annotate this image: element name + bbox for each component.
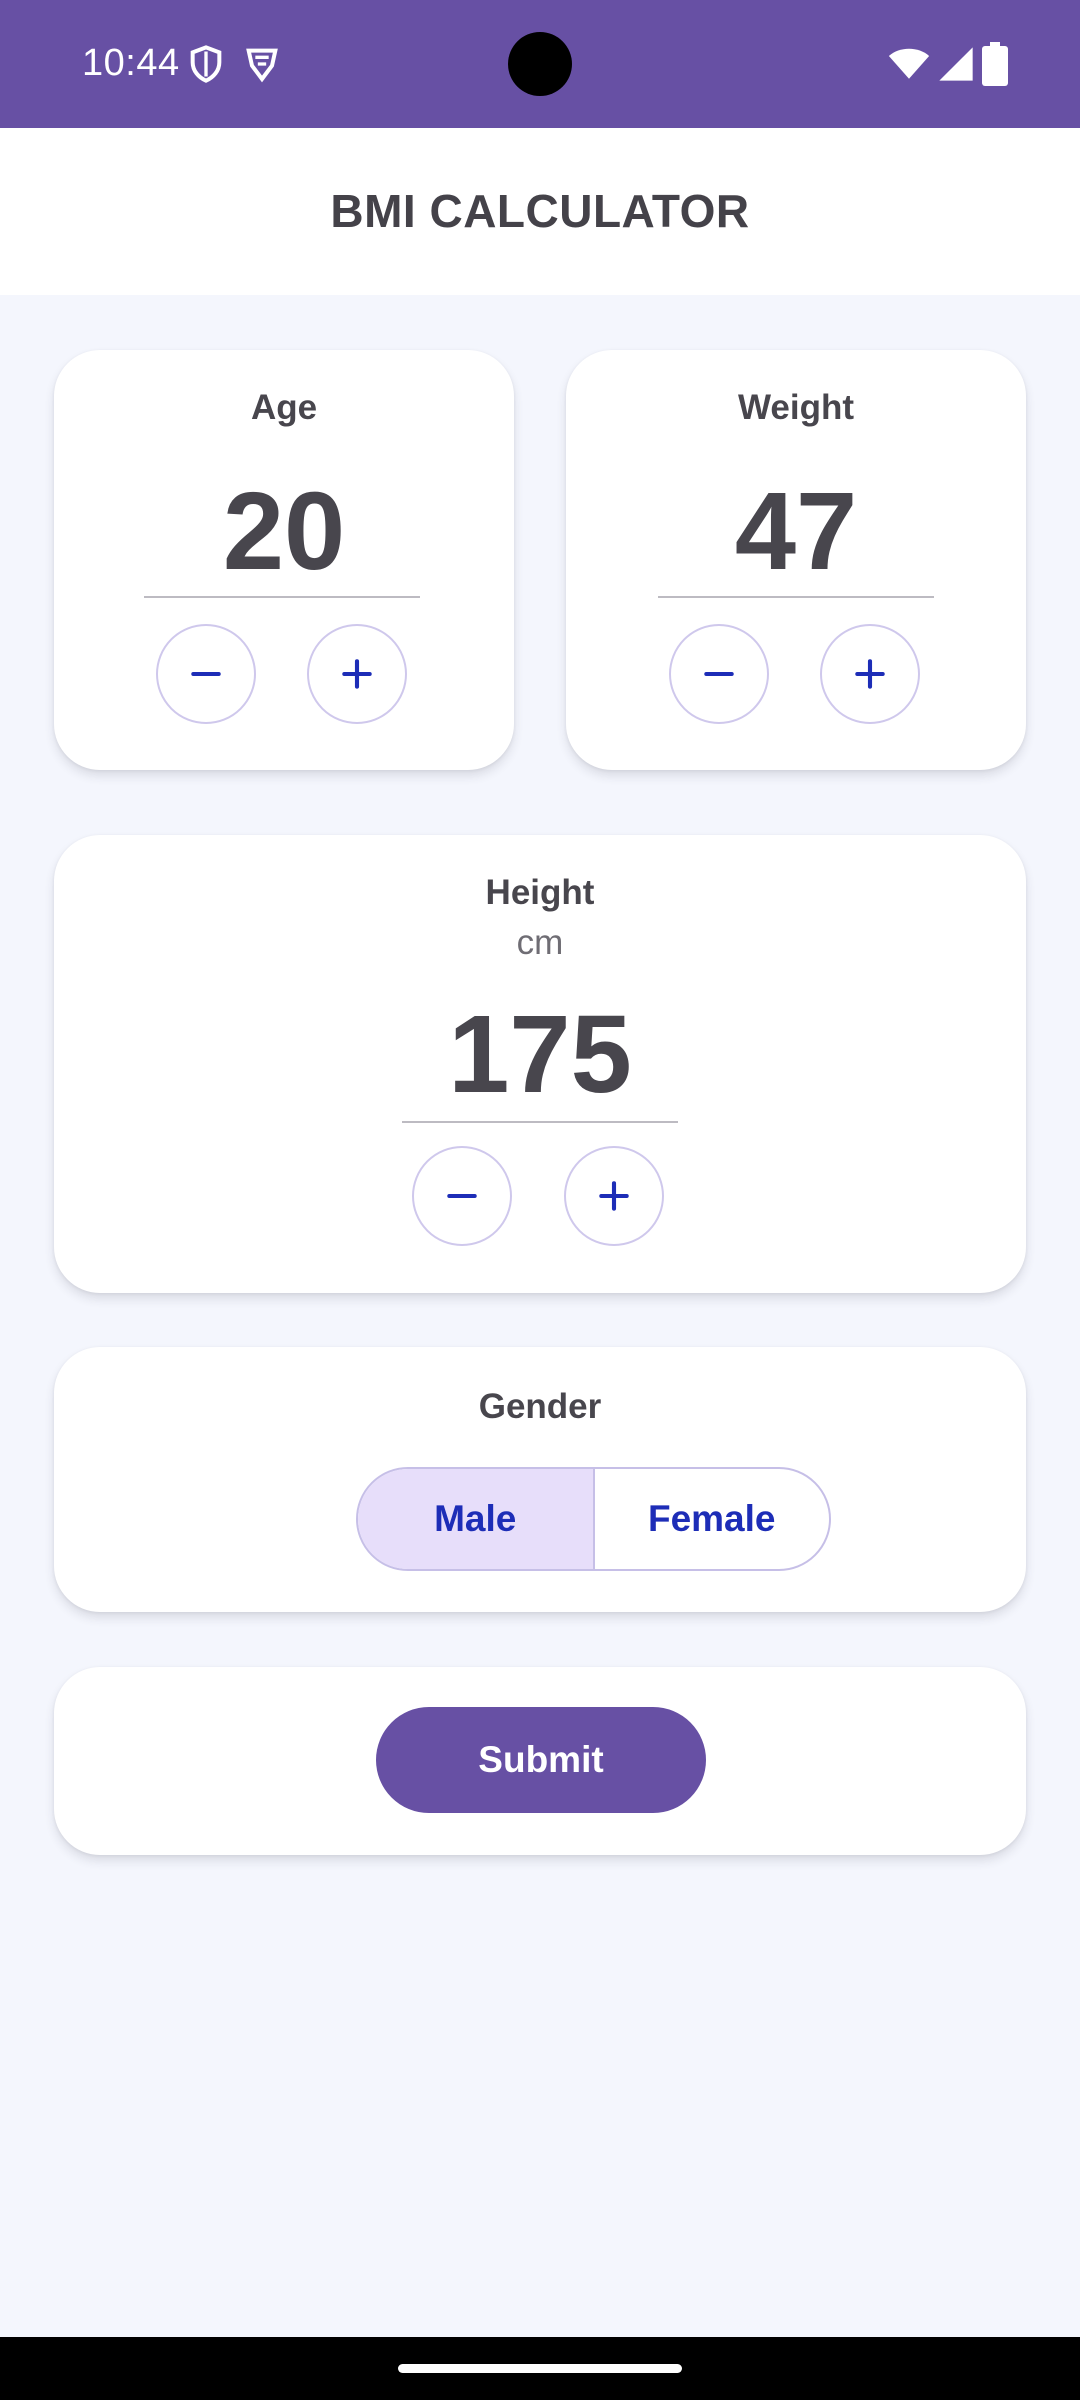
weight-value: 47 (734, 470, 858, 593)
battery-icon (982, 42, 1008, 86)
height-unit: cm (516, 923, 564, 962)
height-increment-button[interactable] (564, 1146, 664, 1246)
gender-label: Gender (478, 1387, 602, 1426)
height-card: Height cm 175 (54, 835, 1026, 1293)
vpn-key-icon (242, 44, 282, 84)
gender-card: Gender Male Female (54, 1347, 1026, 1612)
weight-value-underline (658, 596, 934, 598)
submit-card: Submit (54, 1667, 1026, 1855)
minus-icon (447, 1193, 477, 1199)
age-value: 20 (222, 470, 346, 593)
status-bar: 10:44 (0, 0, 1080, 128)
front-camera (508, 32, 572, 96)
age-card: Age 20 (54, 350, 514, 770)
wifi-icon (888, 42, 930, 84)
age-increment-button[interactable] (307, 624, 407, 724)
navigation-bar (0, 2337, 1080, 2400)
gender-toggle: Male Female (356, 1467, 831, 1571)
shield-icon (186, 44, 226, 84)
submit-button[interactable]: Submit (376, 1707, 706, 1813)
page-title: BMI CALCULATOR (330, 185, 750, 237)
cell-signal-icon (936, 44, 976, 84)
weight-card: Weight 47 (566, 350, 1026, 770)
plus-icon (599, 1181, 629, 1211)
weight-label: Weight (737, 388, 854, 427)
status-time: 10:44 (82, 42, 180, 84)
age-decrement-button[interactable] (156, 624, 256, 724)
age-value-underline (144, 596, 420, 598)
minus-icon (191, 671, 221, 677)
gender-option-male[interactable]: Male (358, 1469, 593, 1569)
height-decrement-button[interactable] (412, 1146, 512, 1246)
weight-increment-button[interactable] (820, 624, 920, 724)
plus-icon (342, 659, 372, 689)
weight-decrement-button[interactable] (669, 624, 769, 724)
home-gesture-handle[interactable] (398, 2364, 682, 2373)
height-value-underline (402, 1121, 678, 1123)
plus-icon (855, 659, 885, 689)
height-label: Height (485, 873, 595, 912)
gender-option-female[interactable]: Female (595, 1469, 830, 1569)
age-label: Age (250, 388, 318, 427)
top-app-bar: BMI CALCULATOR (0, 128, 1080, 295)
minus-icon (704, 671, 734, 677)
height-value: 175 (448, 993, 632, 1116)
